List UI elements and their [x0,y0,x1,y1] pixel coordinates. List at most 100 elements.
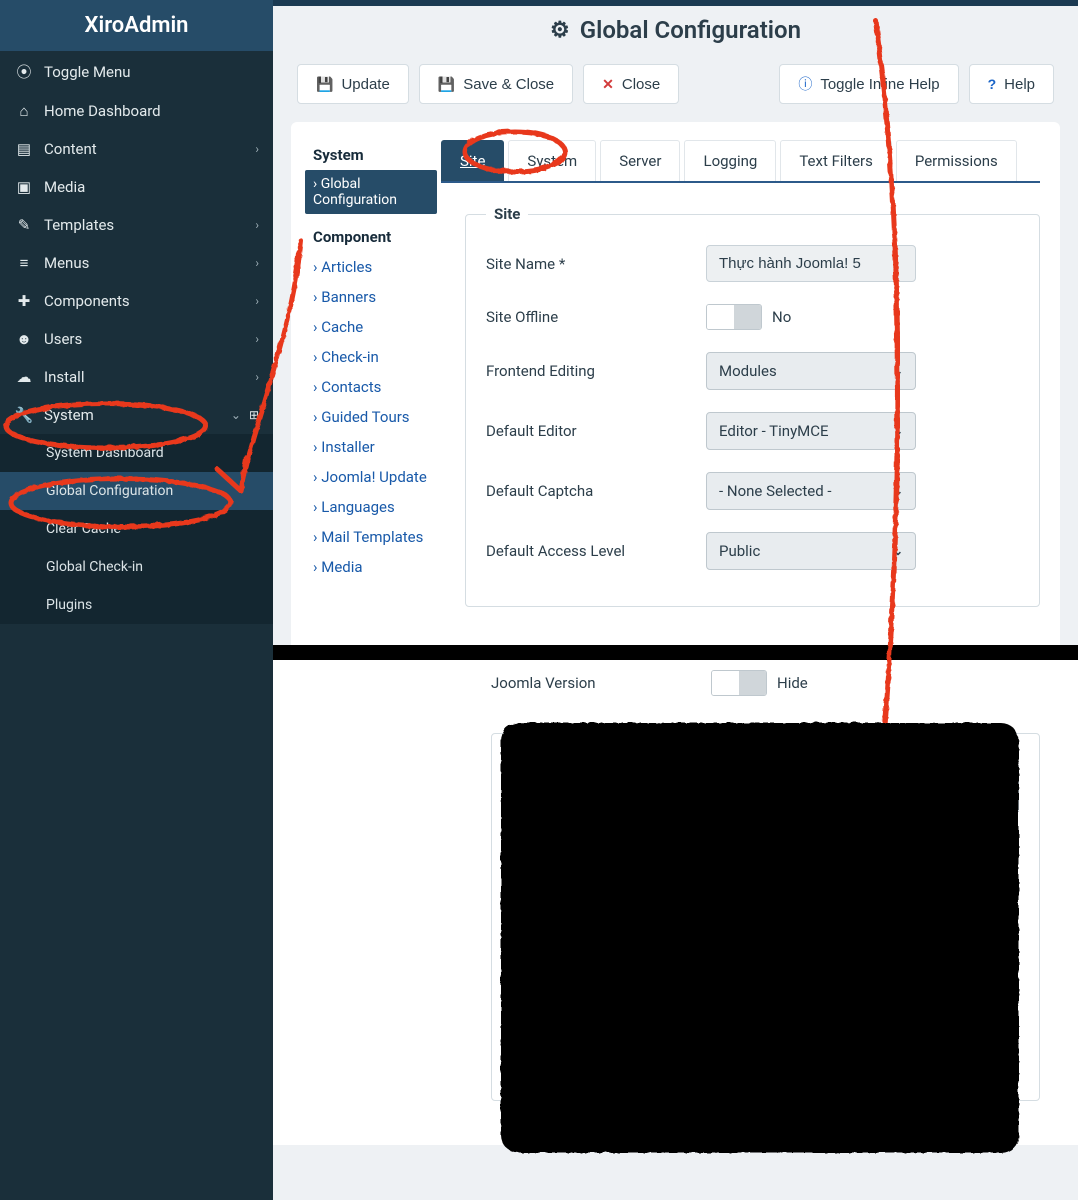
component-checkin[interactable]: Check-in [313,342,431,372]
sef-urls-toggle[interactable] [742,833,798,859]
site-name-input[interactable] [706,245,916,282]
tabs: Site System Server Logging Text Filters … [441,140,1040,183]
chevron-right-icon: › [255,142,259,156]
grid-icon[interactable]: ⊞ [249,408,259,422]
config-sidebar: System Global Configuration Component Ar… [291,140,431,631]
sef-urls-value: Yes [808,837,832,855]
chevron-down-icon: ⌄ [231,408,241,422]
component-guided-tours[interactable]: Guided Tours [313,402,431,432]
tab-system[interactable]: System [508,140,596,181]
chevron-down-icon: ⌄ [893,544,903,558]
sidebar-item-label: Media [44,178,85,196]
seo-legend: SEO [512,724,556,742]
sidebar-item-users[interactable]: ☻ Users › [0,320,273,358]
component-cache[interactable]: Cache [313,312,431,342]
default-captcha-select[interactable]: - None Selected -⌄ [706,472,916,510]
chevron-down-icon: ⌄ [893,364,903,378]
submenu-system-dashboard[interactable]: System Dashboard [0,434,273,472]
joomla-version-toggle[interactable] [711,670,767,696]
home-icon: ⌂ [14,102,34,120]
global-configuration-link[interactable]: Global Configuration [305,170,437,214]
info-icon: ⓘ [528,780,543,798]
sidebar-item-system[interactable]: 🔧 System ⌄ ⊞ [0,396,273,434]
seo-info: ⓘAdditional settings can be found in the… [512,764,1019,813]
submenu-plugins[interactable]: Plugins [0,586,273,624]
sidebar-item-media[interactable]: ▣ Media [0,168,273,206]
update-button[interactable]: 💾Update [297,64,409,104]
sidebar-item-install[interactable]: ☁Install› [0,358,273,396]
config-form: Site System Server Logging Text Filters … [431,140,1060,631]
sidebar-item-label: Components [44,292,130,310]
sidebar-item-label: Menus [44,254,89,272]
users-icon: ☻ [14,330,34,348]
sidebar-item-label: Home Dashboard [44,102,161,120]
config-panel: System Global Configuration Component Ar… [291,122,1060,662]
sidebar-nav: ⦿ Toggle Menu ⌂ Home Dashboard ▤Content› ▣… [0,51,273,434]
component-media[interactable]: Media [313,552,431,582]
save-close-button[interactable]: 💾Save & Close [419,64,573,104]
chevron-down-icon: ⌄ [893,484,903,498]
frontend-editing-select[interactable]: Modules⌄ [706,352,916,390]
close-icon: ✕ [602,76,614,93]
component-banners[interactable]: Banners [313,282,431,312]
gear-icon: ⚙ [550,18,570,43]
external-link-icon [612,980,624,992]
submenu-global-checkin[interactable]: Global Check-in [0,548,273,586]
toggle-icon: ⦿ [14,61,34,82]
url-rewriting-value: Yes [808,885,832,903]
tab-logging[interactable]: Logging [684,140,776,181]
frontend-editing-label: Frontend Editing [486,362,706,380]
toolbar: 💾Update 💾Save & Close ✕Close ⓘToggle Inl… [273,58,1078,122]
page-header: ⚙ Global Configuration [273,6,1078,58]
component-heading: Component [313,228,431,246]
close-button[interactable]: ✕Close [583,64,679,104]
sidebar-item-label: Install [44,368,84,386]
default-editor-select[interactable]: Editor - TinyMCE⌄ [706,412,916,450]
url-rewriting-label: Use URL Rewriting [512,885,742,903]
seo-fieldset: SEO ⓘAdditional settings can be found in… [491,724,1040,1101]
sidebar-item-label: System [44,406,94,424]
tab-site[interactable]: Site [441,140,504,181]
site-offline-value: No [772,308,791,326]
chevron-right-icon: › [255,218,259,232]
save-icon: 💾 [438,76,455,93]
sidebar-item-menus[interactable]: ≡Menus› [0,244,273,282]
sidebar-item-label: Users [44,330,82,348]
image-icon: ▣ [14,178,34,196]
tab-server[interactable]: Server [600,140,680,181]
main-content: ⚙ Global Configuration 💾Update 💾Save & C… [273,0,1078,1200]
sidebar-item-label: Toggle Menu [44,63,131,81]
system-heading: System [313,146,431,164]
component-joomla-update[interactable]: Joomla! Update [313,462,431,492]
tab-permissions[interactable]: Permissions [896,140,1017,181]
site-offline-toggle[interactable] [706,304,762,330]
sidebar-item-toggle-menu[interactable]: ⦿ Toggle Menu [0,51,273,92]
component-languages[interactable]: Languages [313,492,431,522]
site-offline-label: Site Offline [486,308,706,326]
help-icon: ? [988,76,997,92]
sidebar-item-components[interactable]: ✚Components› [0,282,273,320]
suffix-toggle[interactable] [742,1038,798,1064]
site-name-label: Site Name * [486,255,706,273]
submenu-global-configuration[interactable]: Global Configuration [0,472,273,510]
help-button[interactable]: ?Help [969,64,1054,104]
tab-text-filters[interactable]: Text Filters [780,140,892,181]
info-icon: ⓘ [798,74,812,94]
list-icon: ≡ [14,254,34,272]
component-articles[interactable]: Articles [313,252,431,282]
toggle-inline-help-button[interactable]: ⓘToggle Inline Help [779,64,958,104]
chevron-right-icon: › [255,332,259,346]
default-access-select[interactable]: Public⌄ [706,532,916,570]
sidebar-item-templates[interactable]: ✎Templates› [0,206,273,244]
brand-title: XiroAdmin [0,0,273,51]
submenu-clear-cache[interactable]: Clear Cache [0,510,273,548]
configure-server-link[interactable]: configure your server. [629,979,753,994]
component-contacts[interactable]: Contacts [313,372,431,402]
sidebar-item-content[interactable]: ▤Content› [0,130,273,168]
component-installer[interactable]: Installer [313,432,431,462]
url-rewriting-toggle[interactable] [742,881,798,907]
sidebar-item-home-dashboard[interactable]: ⌂ Home Dashboard [0,92,273,130]
component-mail-templates[interactable]: Mail Templates [313,522,431,552]
save-icon: 💾 [316,76,333,93]
wrench-icon: 🔧 [14,406,34,424]
